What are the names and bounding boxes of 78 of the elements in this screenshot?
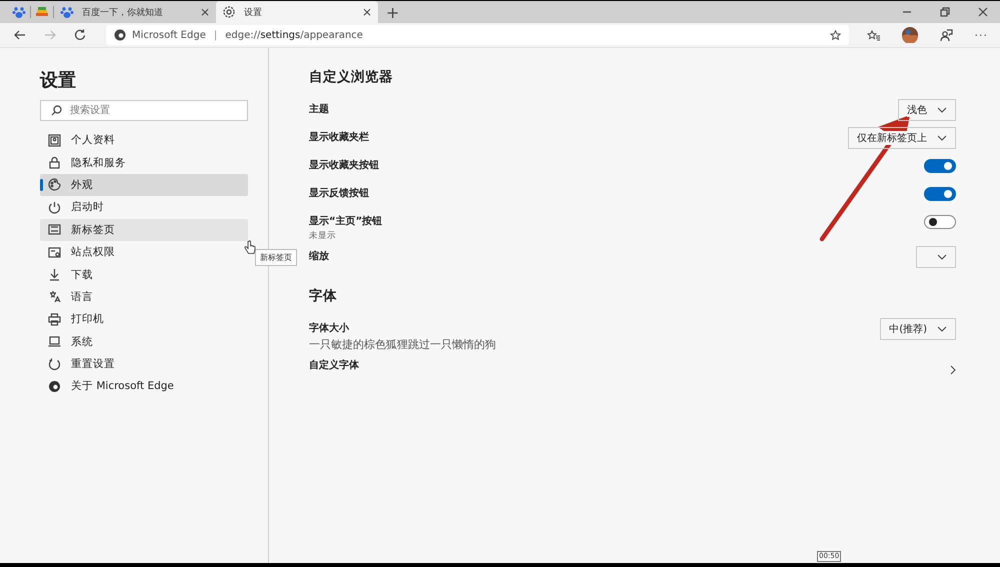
sidebar-item[interactable]: 系统	[40, 330, 248, 353]
edge-logo-icon	[114, 29, 126, 41]
menu-item-icon	[48, 134, 61, 147]
toggle-switch[interactable]	[924, 215, 956, 229]
setting-label: 字体大小	[309, 322, 350, 336]
section-heading: 自定义浏览器	[309, 68, 394, 86]
books-icon	[35, 6, 49, 18]
paw-icon	[60, 5, 74, 19]
close-tab-button[interactable]: ×	[200, 5, 210, 19]
menu-item-icon	[48, 290, 61, 304]
dropdown[interactable]: 仅在新标签页上	[848, 127, 956, 149]
menu-item-icon	[48, 223, 61, 236]
sidebar-item[interactable]: 打印机	[40, 308, 248, 331]
menu-item-icon	[48, 312, 61, 326]
chevron-down-icon	[937, 135, 947, 141]
sidebar-item[interactable]: 个人资料	[40, 129, 248, 152]
sidebar-item[interactable]: 隐私和服务	[40, 151, 248, 174]
close-tab-button[interactable]: ×	[362, 5, 372, 19]
site-label: Microsoft Edge	[132, 30, 206, 40]
menu-item-icon	[48, 358, 61, 371]
tooltip: 新标签页	[255, 249, 297, 266]
refresh-icon[interactable]	[74, 29, 86, 41]
setting-label: 自定义字体	[309, 359, 359, 373]
setting-label: 显示收藏夹栏	[309, 131, 369, 145]
dropdown[interactable]: 中(推荐)	[880, 318, 956, 340]
tab-title: 百度一下，你就知道	[82, 6, 164, 18]
sidebar-item[interactable]: 外观	[40, 174, 248, 196]
setting-description: 一只敏捷的棕色狐狸跳过一只懒惰的狗	[309, 337, 496, 352]
search-field[interactable]: 搜索设置	[40, 100, 248, 121]
setting-label: 缩放	[309, 250, 329, 264]
setting-label: 显示“主页”按钮	[309, 215, 382, 229]
new-tab-button[interactable]: +	[378, 2, 408, 22]
paw-icon	[12, 5, 26, 19]
menu-item-icon	[48, 380, 61, 393]
sidebar-item[interactable]: 重置设置	[40, 352, 248, 376]
favorites-icon[interactable]	[866, 30, 880, 40]
sidebar-item[interactable]: 语言	[40, 286, 248, 308]
section-heading: 字体	[309, 287, 338, 305]
sidebar-item[interactable]: 新标签页	[40, 218, 248, 241]
star-icon[interactable]	[830, 30, 840, 40]
setting-label: 显示收藏夹按钮	[309, 159, 379, 173]
restore-icon[interactable]	[940, 7, 950, 17]
menu-item-icon	[48, 246, 61, 259]
address-bar[interactable]: Microsoft Edge | edge://settings/appearance	[106, 25, 848, 45]
sidebar-item[interactable]: 下载	[40, 263, 248, 286]
search-input[interactable]: 搜索设置	[70, 101, 247, 120]
toggle-switch[interactable]	[924, 187, 956, 201]
setting-label: 显示反馈按钮	[309, 187, 369, 201]
menu-item-icon	[48, 335, 61, 348]
url-text: edge://settings/appearance	[225, 30, 363, 40]
chevron-down-icon	[937, 326, 947, 332]
setting-label: 主题	[309, 103, 329, 117]
chevron-right-icon[interactable]	[950, 365, 956, 375]
sidebar-item[interactable]: 关于 Microsoft Edge	[40, 375, 248, 398]
more-menu-button[interactable]: ···	[974, 28, 988, 42]
menu-item-icon	[48, 156, 61, 170]
dropdown[interactable]: 浅色	[898, 99, 956, 121]
menu-item-icon	[48, 200, 61, 214]
chevron-down-icon	[937, 107, 947, 113]
separator-text: |	[214, 30, 218, 40]
menu-item-icon	[48, 178, 61, 192]
gear-icon	[222, 5, 236, 19]
chevron-down-icon	[937, 254, 947, 260]
back-icon[interactable]	[14, 29, 26, 41]
sidebar-item[interactable]: 站点权限	[40, 240, 248, 264]
menu-item-icon	[48, 268, 61, 282]
hand-cursor-icon	[244, 240, 256, 255]
sidebar-item[interactable]: 启动时	[40, 196, 248, 219]
tab-title: 设置	[244, 6, 263, 18]
browser-tab[interactable]: 百度一下，你就知道 ×	[54, 1, 216, 23]
feedback-icon[interactable]	[940, 28, 952, 42]
sidebar-title: 设置	[40, 69, 77, 92]
close-icon[interactable]	[978, 7, 988, 17]
toggle-switch[interactable]	[924, 159, 956, 173]
setting-description: 未显示	[309, 230, 337, 243]
avatar[interactable]	[902, 27, 918, 43]
browser-tab[interactable]: 设置 ×	[216, 1, 378, 23]
search-icon	[51, 105, 62, 116]
